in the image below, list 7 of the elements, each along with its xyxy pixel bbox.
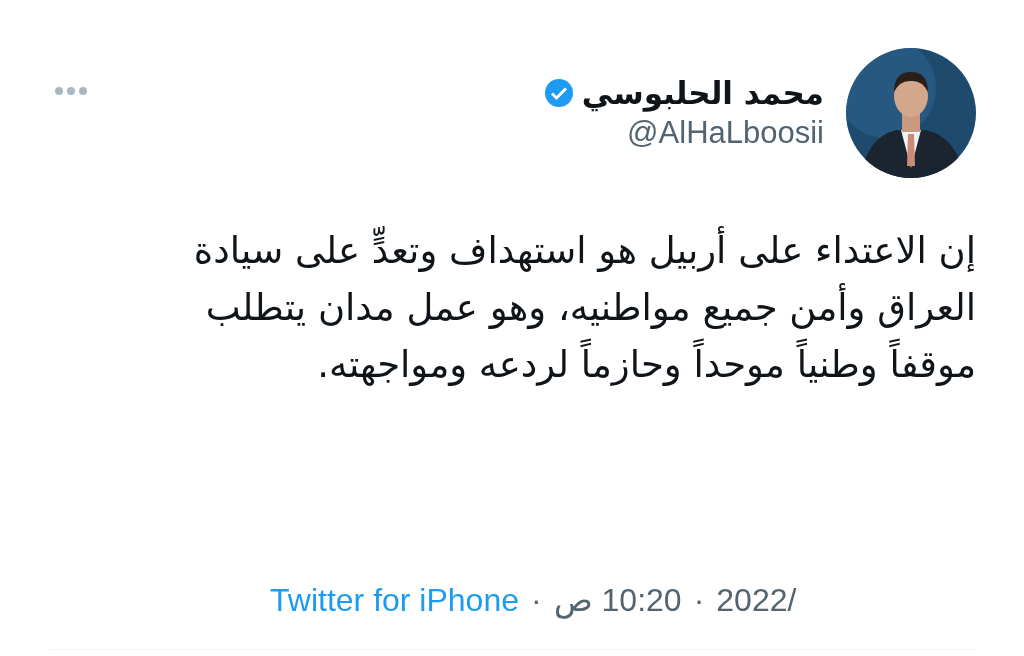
author-handle[interactable]: @AlHaLboosii (627, 115, 824, 151)
separator-dot: · (531, 581, 542, 619)
separator-dot: · (693, 581, 705, 619)
tweet-time: 10:20 ص (553, 581, 682, 619)
author-name[interactable]: محمد الحلبوسي (581, 75, 824, 111)
tweet-date: 2022/ (716, 581, 797, 619)
tweet-text: إن الاعتداء على أربيل هو استهداف وتعدٍّ على سيادة العراق وأمن جميع مواطنيه، وهو عمل مدان يتطلب موقفاً وطنياً موحداً وحازماً لردعه ومواجهته. (50, 222, 976, 393)
